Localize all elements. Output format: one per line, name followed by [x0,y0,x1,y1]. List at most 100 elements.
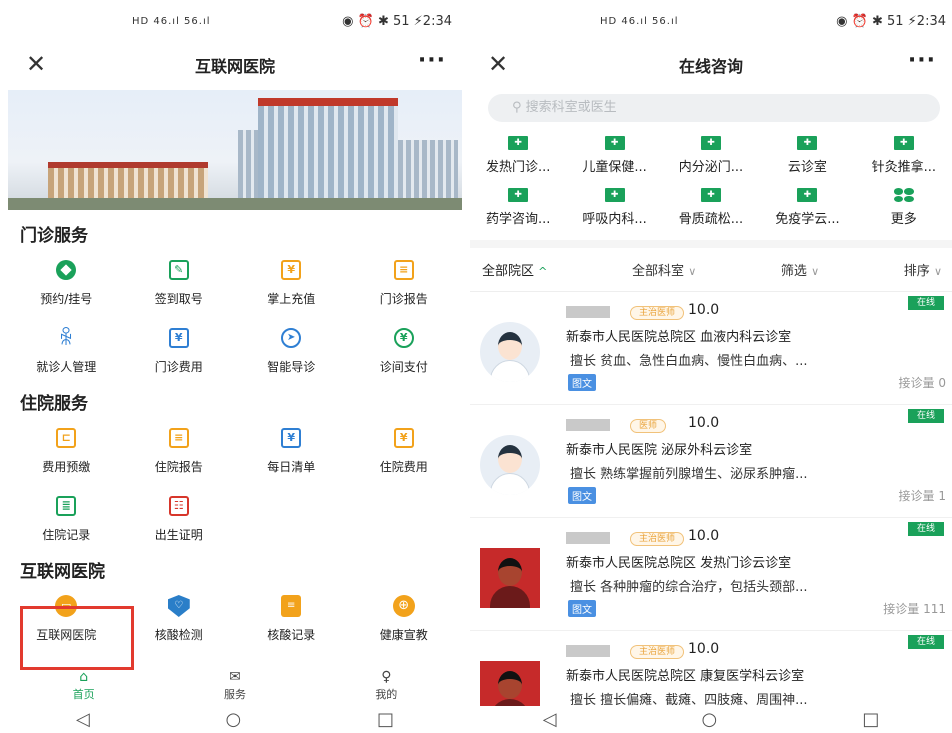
service-daily-list[interactable]: ¥ 每日清单 [235,420,348,488]
doctor-department: 新泰市人民医院 泌尿外科云诊室 [566,443,753,458]
birth-certificate-icon: ☷ [167,494,191,518]
service-recharge[interactable]: ¥ 掌上充值 [235,252,348,320]
section-title-inpatient: 住院服务 [20,394,88,414]
page-title: 在线咨询 [678,57,743,76]
category-item[interactable]: ✚ 发热门诊... [470,130,566,182]
more-grid-icon [893,188,914,202]
category-item[interactable]: ✚ 免疫学云... [759,182,855,234]
doctor-specialty: 擅长 熟练掌握前列腺增生、泌尿系肿瘤... [570,467,808,482]
doctor-name-blurred [566,532,610,544]
inpatient-grid: ⊏ 费用预缴 ≡ 住院报告 ¥ 每日清单 ¥ 住院费用 ≣ 住院记录 ☷ 出生证… [8,420,462,556]
clinic-flag-icon: ✚ [797,188,818,202]
service-checkin[interactable]: ✎ 签到取号 [123,252,236,320]
consult-count: 接诊量 1 [898,489,946,503]
home-icon: ⌂ [79,669,89,685]
service-patient[interactable]: ꆜ 就诊人管理 [10,320,123,388]
consult-count: 接诊量 111 [883,602,946,616]
rank-badge: 主治医师 [630,645,685,659]
service-report[interactable]: ≡ 门诊报告 [348,252,461,320]
nucleic-test-icon: ♡ [167,594,191,618]
service-pay[interactable]: ¥ 诊间支付 [348,320,461,388]
category-item[interactable]: ✚ 针灸推拿... [856,130,952,182]
doctor-avatar [480,435,540,495]
service-nucleic-record[interactable]: ≡ 核酸记录 [235,588,348,656]
doctor-department: 新泰市人民医院总院区 血液内科云诊室 [566,330,792,345]
recent-apps-icon[interactable]: □ [862,709,879,730]
service-prepay[interactable]: ⊏ 费用预缴 [10,420,123,488]
doctor-card[interactable]: 在线 主治医师 10.0 新泰市人民医院总院区 血液内科云诊室 擅长 贫血、急性… [470,292,952,405]
clinic-flag-icon: ✚ [700,136,721,150]
close-icon[interactable]: ✕ [22,50,50,78]
more-icon[interactable]: ··· [418,48,446,73]
home-circle-icon[interactable]: ○ [702,709,718,730]
service-appointment[interactable]: 预约/挂号 [10,252,123,320]
health-edu-icon: ⊕ [392,594,416,618]
consult-count: 接诊量 0 [898,376,946,390]
back-icon[interactable]: ◁ [76,709,90,730]
record-icon: ≣ [54,494,78,518]
category-more[interactable]: 更多 [856,182,952,234]
inpatient-fee-icon: ¥ [392,426,416,450]
search-input[interactable]: ⚲ 搜索科室或医生 [488,94,940,122]
service-nucleic-test[interactable]: ♡ 核酸检测 [123,588,236,656]
doctor-card[interactable]: 在线 医师 10.0 新泰市人民医院 泌尿外科云诊室 擅长 熟练掌握前列腺增生、… [470,405,952,518]
signal-indicator: HD 46.ıl 56.ıl [132,16,211,27]
close-icon[interactable]: ✕ [484,50,512,78]
category-item[interactable]: ✚ 内分泌门... [663,130,759,182]
doctor-avatar [480,322,540,382]
doctor-name-blurred [566,419,610,431]
doctor-name-blurred [566,306,610,318]
filter-sort[interactable]: 排序 ∨ [904,260,942,279]
more-icon[interactable]: ··· [908,48,936,73]
system-nav-bar: ◁ ○ □ [8,706,462,733]
doctor-name-blurred [566,645,610,657]
status-bar: HD 46.ıl 56.ıl ◉ ⏰ ✱ 51 ⚡2:34 [470,0,952,40]
category-item[interactable]: ✚ 儿童保健... [566,130,662,182]
service-health-edu[interactable]: ⊕ 健康宣教 [348,588,461,656]
clinic-flag-icon: ✚ [604,188,625,202]
category-item[interactable]: ✚ 呼吸内科... [566,182,662,234]
tab-service[interactable]: ✉ 服务 [159,668,310,706]
highlight-box [20,606,134,670]
service-inpatient-fee[interactable]: ¥ 住院费用 [348,420,461,488]
system-nav-bar: ◁ ○ □ [470,706,952,733]
service-inpatient-report[interactable]: ≡ 住院报告 [123,420,236,488]
service-fee[interactable]: ¥ 门诊费用 [123,320,236,388]
fee-icon: ¥ [167,326,191,350]
tab-bar: ⌂ 首页 ✉ 服务 ♀ 我的 [8,668,462,706]
category-item[interactable]: ✚ 骨质疏松... [663,182,759,234]
back-icon[interactable]: ◁ [543,709,557,730]
tab-mine[interactable]: ♀ 我的 [311,668,462,706]
nucleic-record-icon: ≡ [279,594,303,618]
category-item[interactable]: ✚ 药学咨询... [470,182,566,234]
doctor-list: 在线 主治医师 10.0 新泰市人民医院总院区 血液内科云诊室 擅长 贫血、急性… [470,292,952,733]
online-badge: 在线 [908,409,944,423]
category-item[interactable]: ✚ 云诊室 [759,130,855,182]
rank-badge: 主治医师 [630,532,685,546]
doctor-score: 10.0 [688,302,720,318]
pay-icon: ¥ [392,326,416,350]
service-record[interactable]: ≣ 住院记录 [10,488,123,556]
service-birth-certificate[interactable]: ☷ 出生证明 [123,488,236,556]
doctor-specialty: 擅长 贫血、急性白血病、慢性白血病、... [570,354,808,369]
doctor-card[interactable]: 在线 主治医师 10.0 新泰市人民医院总院区 发热门诊云诊室 擅长 各种肿瘤的… [470,518,952,631]
tab-home[interactable]: ⌂ 首页 [8,668,159,706]
page-title: 互联网医院 [194,57,275,76]
recent-apps-icon[interactable]: □ [377,709,394,730]
service-guide[interactable]: ➤ 智能导诊 [235,320,348,388]
signal-indicator: HD 46.ıl 56.ıl [600,16,679,27]
guide-icon: ➤ [279,326,303,350]
filter-campus[interactable]: 全部院区 ^ [482,260,547,279]
filter-department[interactable]: 全部科室 ∨ [632,260,696,279]
chevron-down-icon: ∨ [688,265,697,278]
status-bar: HD 46.ıl 56.ıl ◉ ⏰ ✱ 51 ⚡2:34 [8,0,462,40]
prepay-icon: ⊏ [54,426,78,450]
category-grid: ✚ 发热门诊... ✚ 儿童保健... ✚ 内分泌门... ✚ 云诊室 ✚ 针灸推拿...… [470,122,952,240]
doctor-score: 10.0 [688,641,720,657]
filter-screen[interactable]: 筛选 ∨ [781,260,819,279]
clinic-flag-icon: ✚ [700,188,721,202]
right-phone-screen: HD 46.ıl 56.ıl ◉ ⏰ ✱ 51 ⚡2:34 ✕ 在线咨询 ···… [470,0,952,733]
doctor-score: 10.0 [688,415,720,431]
chevron-down-icon: ∨ [811,265,820,278]
home-circle-icon[interactable]: ○ [226,709,242,730]
